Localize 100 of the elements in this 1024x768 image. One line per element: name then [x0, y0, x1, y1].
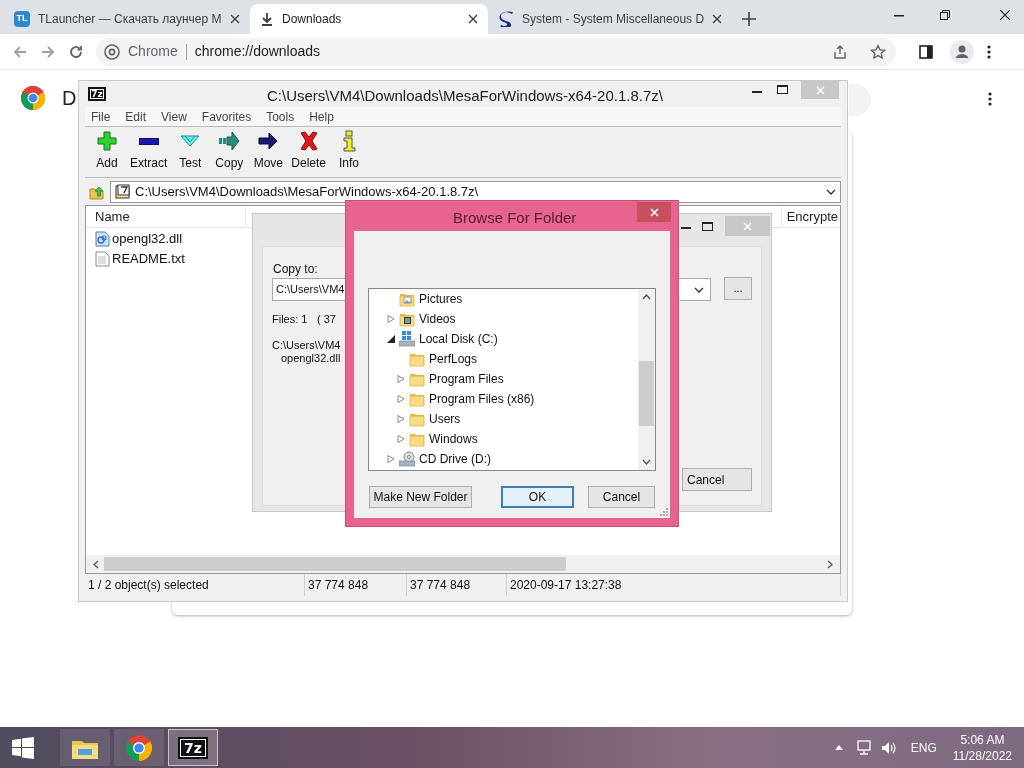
menu-item[interactable]: View — [155, 107, 193, 126]
tree-item[interactable]: PerfLogs — [429, 350, 478, 368]
menu-item[interactable]: Favorites — [195, 107, 258, 126]
collapsed-caret-icon[interactable] — [397, 395, 405, 403]
cancel-button[interactable]: Cancel — [682, 468, 752, 491]
dropdown-caret-icon[interactable] — [826, 188, 836, 195]
toolbar-button[interactable]: Copy — [210, 130, 249, 176]
taskbar-app[interactable] — [60, 729, 110, 766]
menu-item[interactable]: File — [85, 107, 117, 126]
close-icon[interactable] — [1000, 10, 1010, 20]
cancel-button[interactable]: Cancel — [588, 486, 655, 508]
scroll-down-icon[interactable] — [642, 459, 651, 465]
taskbar-app[interactable] — [114, 729, 164, 766]
tab-title: TLauncher — Скачать лаунчер М — [38, 11, 222, 28]
file-name[interactable]: README.txt — [112, 249, 185, 269]
expanded-caret-icon[interactable] — [387, 335, 395, 343]
scrollbar-thumb[interactable] — [104, 557, 566, 571]
menu-item[interactable]: Edit — [119, 107, 153, 126]
tree-item[interactable]: Program Files (x86) — [429, 390, 535, 408]
tab-title: Downloads — [282, 11, 343, 28]
restore-icon[interactable] — [940, 10, 950, 20]
file-name[interactable]: opengl32.dll — [112, 229, 183, 249]
toolbar-button[interactable]: Test — [171, 130, 210, 176]
forward-icon[interactable] — [40, 43, 56, 60]
picture-folder-icon — [399, 291, 415, 307]
share-icon[interactable] — [832, 43, 848, 60]
toolbar-button[interactable]: Delete — [288, 130, 330, 176]
toolbar-button[interactable]: Add — [88, 130, 126, 176]
language-indicator[interactable]: ENG — [910, 738, 937, 757]
tab-title: System - System Miscellaneous D — [522, 11, 704, 28]
maximize-icon[interactable] — [702, 222, 713, 231]
page-heading: D — [62, 86, 77, 110]
side-panel-icon[interactable] — [918, 43, 934, 60]
browser-tab[interactable]: Downloads — [250, 4, 488, 34]
path-field[interactable]: C:\Users\VM4\Downloads\MesaForWindows-x64-20.1.8.7z\ — [110, 180, 841, 203]
tree-item[interactable]: Users — [429, 410, 461, 428]
ok-button[interactable]: OK — [501, 486, 574, 508]
close-icon — [712, 14, 722, 24]
maximize-icon[interactable] — [777, 85, 788, 94]
folder-icon — [409, 371, 425, 387]
start-icon[interactable] — [12, 736, 34, 759]
column-header[interactable]: Encrypte — [780, 206, 840, 227]
volume-icon[interactable] — [880, 740, 897, 755]
collapsed-caret-icon[interactable] — [397, 435, 405, 443]
collapsed-caret-icon[interactable] — [397, 375, 405, 383]
tree-item[interactable]: Windows — [429, 430, 478, 448]
menu-item[interactable]: Tools — [260, 107, 301, 126]
source-file: opengl32.dll — [281, 351, 341, 366]
destination-text: C:\Users\VM4 — [276, 282, 345, 298]
browse-button[interactable]: ... — [724, 277, 752, 300]
folder-icon — [409, 351, 425, 367]
column-header[interactable]: Name — [86, 206, 246, 227]
menu-icon[interactable] — [986, 43, 992, 60]
path-text: C:\Users\VM4\Downloads\MesaForWindows-x64-20.1.8.7z\ — [135, 182, 480, 201]
scrollbar-thumb[interactable] — [639, 361, 654, 426]
reload-icon[interactable] — [68, 43, 84, 60]
toolbar-button[interactable]: Move — [249, 130, 288, 176]
scroll-left-icon[interactable] — [92, 559, 99, 569]
status-text: 37 774 848 — [410, 577, 471, 594]
resize-grip-icon[interactable] — [660, 508, 668, 516]
text-file-icon — [95, 251, 110, 267]
tab-favicon: TL — [14, 11, 30, 27]
menu-item[interactable]: Help — [303, 107, 340, 126]
dropdown-caret-icon[interactable] — [694, 286, 704, 293]
new-folder-button[interactable]: Make New Folder — [369, 486, 472, 508]
more-icon[interactable] — [987, 91, 993, 107]
clock[interactable]: 5:06 AM 11/28/2022 — [952, 731, 1012, 764]
chrome-icon — [104, 43, 120, 60]
cd-drive-icon — [399, 451, 415, 467]
scroll-up-icon[interactable] — [642, 294, 651, 300]
tree-item[interactable]: Pictures — [419, 290, 463, 308]
collapsed-caret-icon[interactable] — [387, 455, 395, 463]
browser-tab[interactable]: System - System Miscellaneous D — [488, 4, 732, 34]
close-button[interactable] — [637, 202, 671, 222]
toolbar-button[interactable]: Extract — [127, 130, 171, 176]
collapsed-caret-icon[interactable] — [397, 415, 405, 423]
collapsed-caret-icon[interactable] — [387, 315, 395, 323]
profile-icon[interactable] — [950, 39, 974, 64]
status-text: 1 / 2 object(s) selected — [88, 577, 209, 594]
tree-item[interactable]: Videos — [419, 310, 456, 328]
tree-item[interactable]: Program Files — [429, 370, 504, 388]
plus-icon — [96, 130, 118, 152]
tree-item[interactable]: CD Drive (D:) — [419, 450, 491, 468]
back-icon[interactable] — [12, 43, 28, 60]
dialog-title: Browse For Folder — [453, 208, 577, 228]
scroll-right-icon[interactable] — [827, 559, 834, 569]
address-bar[interactable]: Chrome chrome://downloads — [96, 37, 896, 66]
star-icon[interactable] — [870, 43, 886, 60]
minimize-icon[interactable] — [752, 91, 762, 94]
browser-tab[interactable]: TL TLauncher — Скачать лаунчер М — [4, 4, 250, 34]
tree-item[interactable]: Local Disk (C:) — [419, 330, 498, 348]
show-hidden-icons-icon[interactable] — [834, 745, 843, 750]
copy-to-label: Copy to: — [273, 261, 318, 278]
status-text: 37 774 848 — [308, 577, 369, 594]
close-icon — [743, 221, 752, 231]
network-icon[interactable] — [856, 740, 873, 755]
new-tab-icon[interactable] — [742, 12, 756, 26]
taskbar-app[interactable]: 7z — [168, 729, 218, 766]
minimize-icon[interactable] — [681, 227, 691, 230]
toolbar-button[interactable]: Info — [330, 130, 369, 176]
